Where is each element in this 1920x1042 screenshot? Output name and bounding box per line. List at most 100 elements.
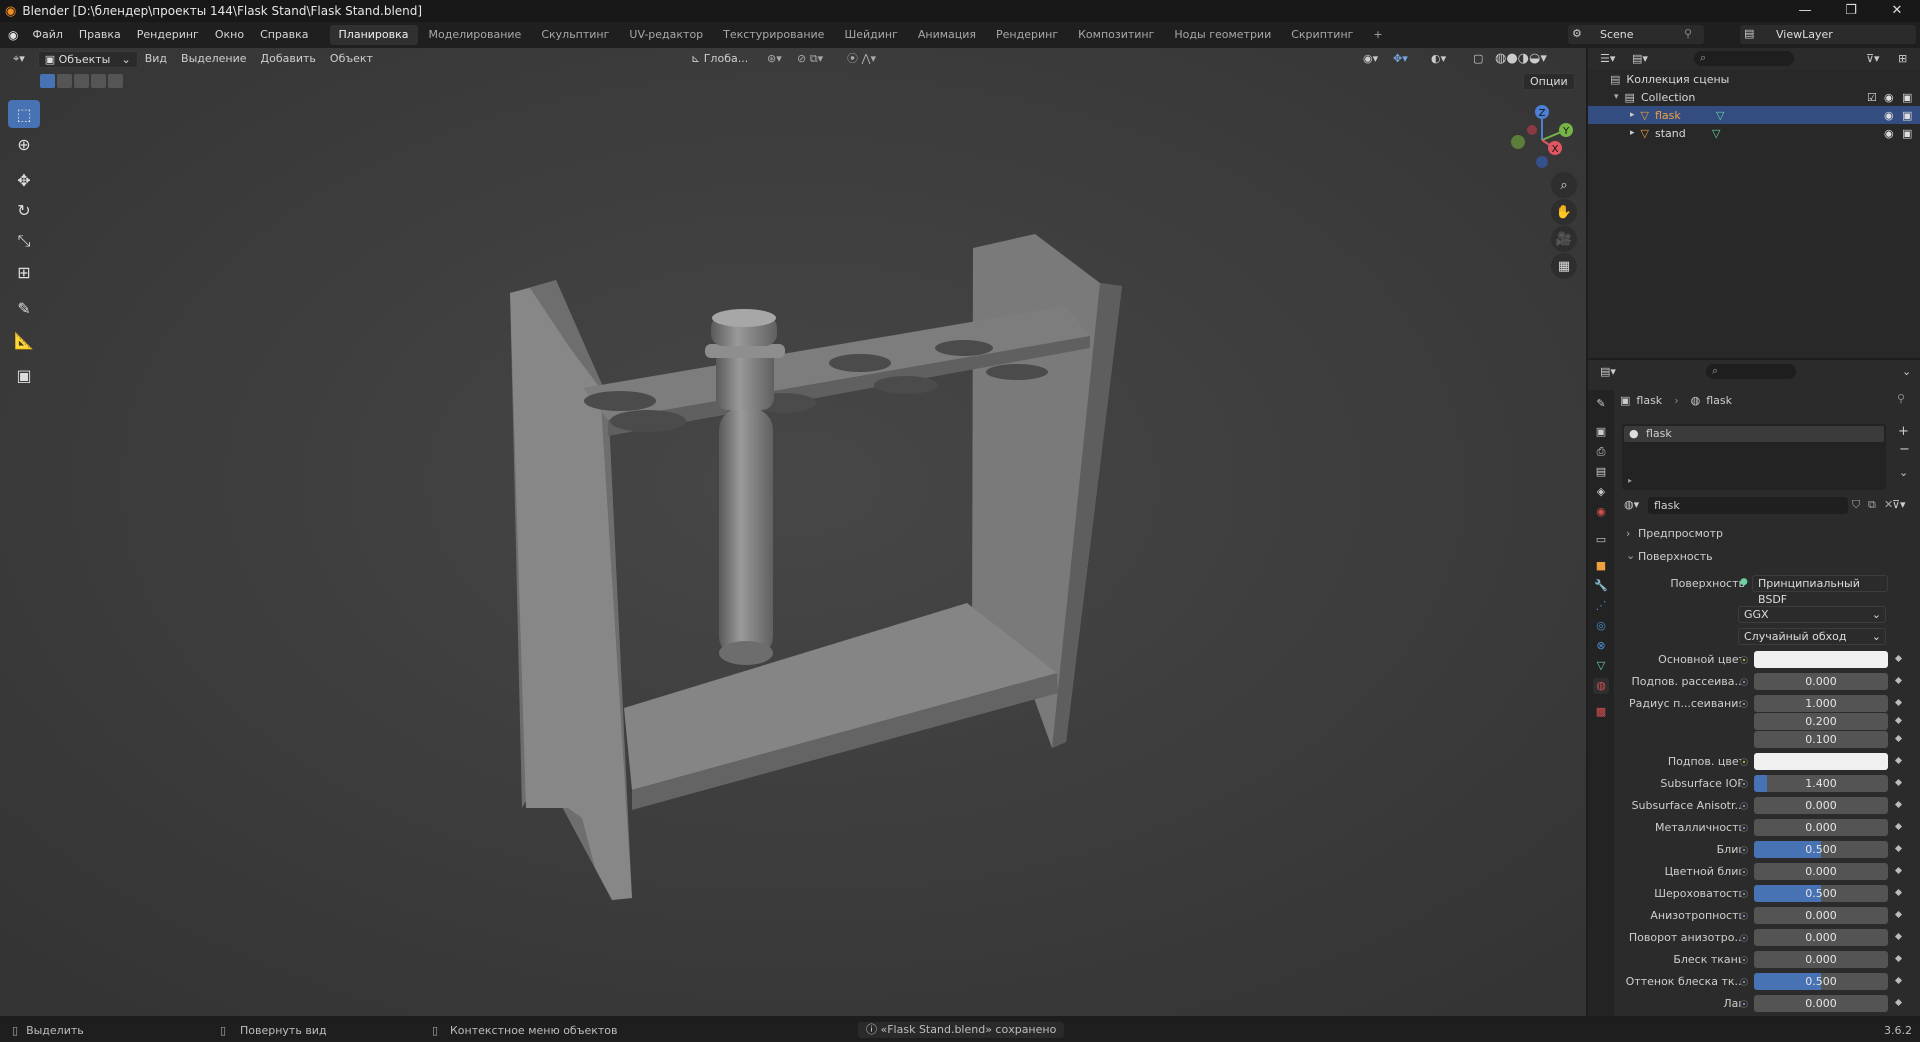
rotate-tool-icon[interactable]: ↻ bbox=[8, 196, 40, 224]
properties-search-input[interactable]: ⌕ bbox=[1706, 364, 1796, 379]
minimize-button[interactable]: — bbox=[1782, 0, 1828, 22]
view-layer-tab-icon[interactable]: ▤ bbox=[1593, 464, 1609, 480]
socket-dot-icon[interactable] bbox=[1740, 758, 1748, 766]
outliner-collection[interactable]: ▾ ▤ Collection ☑ ◉ ▣ bbox=[1588, 88, 1920, 106]
keyframe-diamond-icon[interactable] bbox=[1894, 734, 1903, 743]
properties-editor-icon[interactable]: ▤▾ bbox=[1600, 365, 1616, 378]
menu-help[interactable]: Справка bbox=[252, 22, 316, 48]
fake-user-icon[interactable]: ⛉ bbox=[1852, 498, 1860, 512]
tab-texture-paint[interactable]: Текстурирование bbox=[714, 25, 833, 45]
tab-animation[interactable]: Анимация bbox=[909, 25, 985, 45]
socket-dot-icon[interactable] bbox=[1740, 780, 1748, 788]
xray-icon[interactable]: ▢ bbox=[1466, 48, 1490, 70]
keyframe-diamond-icon[interactable] bbox=[1894, 910, 1903, 919]
options-dropdown[interactable]: Опции bbox=[1523, 73, 1575, 90]
value-slider[interactable]: 0.000 bbox=[1754, 673, 1888, 690]
status-report[interactable]: ⓘ «Flask Stand.blend» сохранено bbox=[858, 1022, 1065, 1038]
tab-layout[interactable]: Планировка bbox=[329, 25, 418, 45]
tab-uv-editing[interactable]: UV-редактор bbox=[620, 25, 712, 45]
socket-dot-icon[interactable] bbox=[1740, 802, 1748, 810]
camera-icon[interactable]: ▣ bbox=[1902, 109, 1912, 122]
select-subtract-icon[interactable] bbox=[74, 74, 89, 88]
tool-tab-icon[interactable]: ✎ bbox=[1593, 396, 1609, 412]
transform-orientation[interactable]: ⊾ Глоба... bbox=[684, 48, 755, 70]
pan-hand-icon[interactable]: ✋ bbox=[1551, 199, 1577, 225]
keyframe-diamond-icon[interactable] bbox=[1894, 756, 1903, 765]
snap-icon[interactable]: ⊘ ⧉▾ bbox=[790, 48, 830, 70]
socket-dot-icon[interactable] bbox=[1740, 868, 1748, 876]
chevron-down-icon[interactable]: ⌄ bbox=[1902, 365, 1911, 378]
select-box-tool-icon[interactable]: ⬚ bbox=[8, 100, 40, 128]
constraints-tab-icon[interactable]: ⊗ bbox=[1593, 638, 1609, 654]
value-slider[interactable]: 0.000 bbox=[1754, 907, 1888, 924]
tab-modeling[interactable]: Моделирование bbox=[420, 25, 531, 45]
value-slider[interactable]: 0.200 bbox=[1754, 713, 1888, 730]
value-slider[interactable]: 0.000 bbox=[1754, 863, 1888, 880]
particles-tab-icon[interactable]: ⋰ bbox=[1593, 598, 1609, 614]
gizmo-toggle-icon[interactable]: ✥▾ bbox=[1386, 48, 1415, 70]
value-slider[interactable]: 1.000 bbox=[1754, 695, 1888, 712]
overlay-icon[interactable]: ◐▾ bbox=[1424, 48, 1453, 70]
expand-arrow-icon[interactable]: ▸ bbox=[1630, 110, 1635, 120]
blender-menu-icon[interactable]: ◉ bbox=[8, 28, 18, 42]
outliner-search-input[interactable]: ⌕ bbox=[1694, 51, 1794, 66]
keyframe-diamond-icon[interactable] bbox=[1894, 698, 1903, 707]
value-slider[interactable]: 0.000 bbox=[1754, 951, 1888, 968]
socket-dot-icon[interactable] bbox=[1740, 956, 1748, 964]
move-tool-icon[interactable]: ✥ bbox=[8, 166, 40, 194]
pivot-icon[interactable]: ⊛▾ bbox=[760, 48, 789, 70]
value-slider[interactable]: 0.500 bbox=[1754, 885, 1888, 902]
socket-dot-icon[interactable] bbox=[1740, 700, 1748, 708]
tab-sculpting[interactable]: Скульптинг bbox=[532, 25, 618, 45]
tab-shading[interactable]: Шейдинг bbox=[835, 25, 906, 45]
menu-file[interactable]: Файл bbox=[24, 22, 70, 48]
value-slider[interactable]: 0.100 bbox=[1754, 731, 1888, 748]
tab-rendering[interactable]: Рендеринг bbox=[987, 25, 1067, 45]
keyframe-diamond-icon[interactable] bbox=[1894, 800, 1903, 809]
menu-object[interactable]: Объект bbox=[323, 48, 380, 70]
data-tab-icon[interactable]: ▽ bbox=[1593, 658, 1609, 674]
preview-section-header[interactable]: › Предпросмотр bbox=[1622, 525, 1914, 543]
tab-geometry-nodes[interactable]: Ноды геометрии bbox=[1165, 25, 1280, 45]
keyframe-diamond-icon[interactable] bbox=[1894, 976, 1903, 985]
render-tab-icon[interactable]: ▣ bbox=[1593, 424, 1609, 440]
display-mode-icon[interactable]: ▤▾ bbox=[1632, 52, 1648, 65]
view-layer-selector[interactable]: ▤ ViewLayer bbox=[1740, 25, 1916, 44]
surface-shader-selector[interactable]: Принципиальный BSDF bbox=[1752, 575, 1888, 606]
select-extend-icon[interactable] bbox=[57, 74, 72, 88]
editor-type-icon[interactable]: ⌖▾ bbox=[6, 48, 32, 70]
material-slot[interactable]: ● flask bbox=[1624, 426, 1884, 442]
maximize-button[interactable]: ❐ bbox=[1828, 0, 1874, 22]
transform-tool-icon[interactable]: ⊞ bbox=[8, 258, 40, 286]
output-tab-icon[interactable]: ⎙ bbox=[1593, 444, 1609, 460]
cursor-tool-icon[interactable]: ⊕ bbox=[8, 130, 40, 158]
keyframe-diamond-icon[interactable] bbox=[1894, 932, 1903, 941]
object-tab-icon[interactable]: ■ bbox=[1593, 558, 1609, 574]
new-collection-icon[interactable]: ⊞ bbox=[1898, 52, 1907, 65]
surface-section-header[interactable]: ⌄ Поверхность bbox=[1622, 548, 1914, 566]
measure-tool-icon[interactable]: 📐 bbox=[8, 326, 40, 354]
keyframe-diamond-icon[interactable] bbox=[1894, 716, 1903, 725]
select-invert-icon[interactable] bbox=[91, 74, 106, 88]
color-field[interactable] bbox=[1754, 651, 1888, 668]
keyframe-diamond-icon[interactable] bbox=[1894, 822, 1903, 831]
tab-compositing[interactable]: Композитинг bbox=[1069, 25, 1163, 45]
add-cube-tool-icon[interactable]: ▣ bbox=[8, 361, 40, 389]
scene-tab-icon[interactable]: ◈ bbox=[1593, 484, 1609, 500]
annotate-tool-icon[interactable]: ✎ bbox=[8, 294, 40, 322]
collection-tab-icon[interactable]: ▭ bbox=[1593, 532, 1609, 548]
menu-view[interactable]: Вид bbox=[138, 48, 174, 70]
socket-dot-icon[interactable] bbox=[1740, 978, 1748, 986]
material-datablock[interactable]: ◍▾ flask ⛉ ⧉ ✕ bbox=[1622, 497, 1893, 515]
filter-icon[interactable]: ⊽▾ bbox=[1892, 498, 1906, 511]
eye-icon[interactable]: ◉ bbox=[1884, 109, 1894, 122]
menu-window[interactable]: Окно bbox=[207, 22, 252, 48]
value-slider[interactable]: 1.400 bbox=[1754, 775, 1888, 792]
value-slider[interactable]: 0.500 bbox=[1754, 973, 1888, 990]
physics-tab-icon[interactable]: ◎ bbox=[1593, 618, 1609, 634]
keyframe-diamond-icon[interactable] bbox=[1894, 778, 1903, 787]
menu-edit[interactable]: Правка bbox=[71, 22, 129, 48]
duplicate-icon[interactable]: ⧉ bbox=[1868, 498, 1876, 512]
keyframe-diamond-icon[interactable] bbox=[1894, 844, 1903, 853]
outliner-item-stand[interactable]: ▸ ▽ stand ▽ ◉ ▣ bbox=[1588, 124, 1920, 142]
